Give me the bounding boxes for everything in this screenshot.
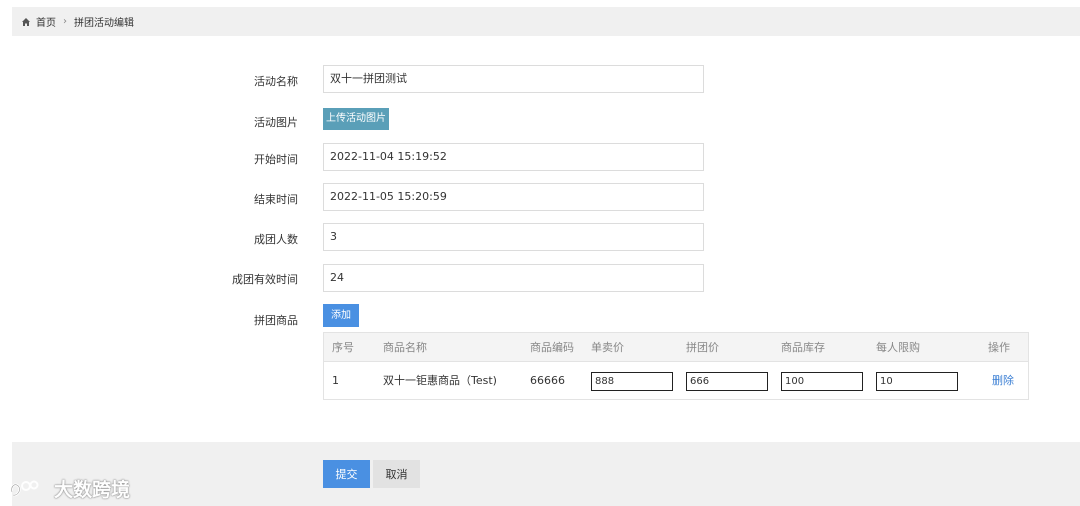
- cancel-button[interactable]: 取消: [373, 460, 420, 488]
- col-index: 序号: [332, 341, 354, 354]
- activity-image-label: 活动图片: [254, 116, 298, 129]
- row-index: 1: [332, 374, 339, 387]
- watermark: 大数跨境: [8, 475, 130, 502]
- col-name: 商品名称: [383, 341, 427, 354]
- submit-button[interactable]: 提交: [323, 460, 370, 488]
- col-limit: 每人限购: [876, 341, 920, 354]
- start-time-label: 开始时间: [254, 153, 298, 166]
- end-time-input[interactable]: 2022-11-05 15:20:59: [323, 183, 704, 211]
- valid-time-label: 成团有效时间: [232, 273, 298, 286]
- group-size-input[interactable]: 3: [323, 223, 704, 251]
- stock-input[interactable]: 100: [781, 372, 863, 391]
- limit-input[interactable]: 10: [876, 372, 958, 391]
- start-time-input[interactable]: 2022-11-04 15:19:52: [323, 143, 704, 171]
- valid-time-input[interactable]: 24: [323, 264, 704, 292]
- breadcrumb-home[interactable]: 首页: [36, 14, 56, 29]
- table-row: 1 双十一钜惠商品（Test) 66666 888 666 100 10 删除: [324, 362, 1028, 399]
- delete-link[interactable]: 删除: [992, 362, 1014, 399]
- products-label: 拼团商品: [254, 314, 298, 327]
- breadcrumb-separator: ›: [63, 16, 67, 27]
- activity-name-label: 活动名称: [254, 75, 298, 88]
- end-time-label: 结束时间: [254, 193, 298, 206]
- watermark-text: 大数跨境: [54, 479, 131, 501]
- group-size-label: 成团人数: [254, 233, 298, 246]
- breadcrumb: 首页 › 拼团活动编辑: [12, 7, 1080, 36]
- breadcrumb-current: 拼团活动编辑: [74, 18, 134, 29]
- col-stock: 商品库存: [781, 341, 825, 354]
- row-product-name: 双十一钜惠商品（Test): [383, 374, 497, 387]
- product-table: 序号 商品名称 商品编码 单卖价 拼团价 商品库存 每人限购 操作 1 双十一钜…: [323, 332, 1029, 400]
- table-header: 序号 商品名称 商品编码 单卖价 拼团价 商品库存 每人限购 操作: [324, 333, 1028, 362]
- col-group-price: 拼团价: [686, 341, 719, 354]
- add-product-button[interactable]: 添加: [323, 304, 359, 327]
- col-action: 操作: [988, 341, 1010, 354]
- footer-bar: [12, 442, 1080, 506]
- watermark-logo-icon: [10, 480, 39, 496]
- col-code: 商品编码: [530, 341, 574, 354]
- single-price-input[interactable]: 888: [591, 372, 673, 391]
- col-single-price: 单卖价: [591, 341, 624, 354]
- activity-name-input[interactable]: 双十一拼团测试: [323, 65, 704, 93]
- group-price-input[interactable]: 666: [686, 372, 768, 391]
- row-product-code: 66666: [530, 374, 565, 387]
- upload-image-button[interactable]: 上传活动图片: [323, 108, 389, 130]
- home-icon[interactable]: [21, 17, 31, 27]
